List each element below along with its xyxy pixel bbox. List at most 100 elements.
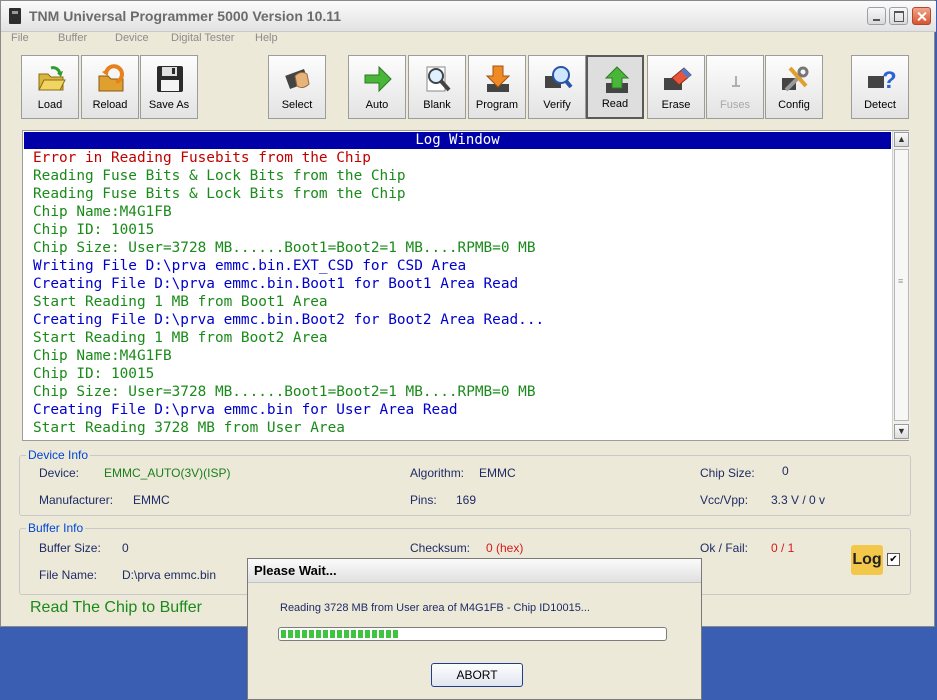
folder-open-icon bbox=[38, 66, 66, 91]
load-button[interactable]: Load bbox=[21, 55, 79, 119]
log-window: Log Window Error in Reading Fusebits fro… bbox=[22, 130, 910, 441]
download-arrow-icon bbox=[485, 65, 511, 92]
fuses-icon bbox=[732, 76, 740, 87]
auto-label: Auto bbox=[365, 99, 389, 111]
verify-magnifier-icon bbox=[545, 66, 573, 89]
app-icon bbox=[9, 8, 21, 24]
erase-button[interactable]: Erase bbox=[647, 55, 705, 119]
ok-fail-label: Ok / Fail: bbox=[700, 541, 749, 555]
config-button[interactable]: Config bbox=[765, 55, 823, 119]
device-label: Device: bbox=[39, 466, 80, 480]
log-line: Creating File D:\prva emmc.bin.Boot1 for… bbox=[33, 276, 519, 292]
floppy-disk-icon bbox=[157, 66, 183, 92]
buffer-size-label: Buffer Size: bbox=[39, 541, 101, 555]
reload-label: Reload bbox=[92, 99, 128, 111]
device-info-legend: Device Info bbox=[28, 448, 89, 462]
log-toggle-icon[interactable]: Log bbox=[851, 545, 883, 575]
dialog-message: Reading 3728 MB from User area of M4G1FB… bbox=[280, 602, 590, 614]
log-line: Reading Fuse Bits & Lock Bits from the C… bbox=[33, 186, 406, 202]
log-line: Reading Fuse Bits & Lock Bits from the C… bbox=[33, 168, 406, 184]
magnifier-icon bbox=[426, 66, 451, 92]
vcc-value: 3.3 V / 0 v bbox=[771, 493, 826, 507]
device-value: EMMC_AUTO(3V)(ISP) bbox=[104, 466, 231, 480]
status-text: Read The Chip to Buffer bbox=[30, 599, 202, 616]
log-line: Creating File D:\prva emmc.bin.Boot2 for… bbox=[33, 312, 545, 328]
please-wait-dialog: Please Wait... Reading 3728 MB from User… bbox=[247, 558, 702, 700]
detect-button[interactable]: ? Detect bbox=[851, 55, 909, 119]
verify-button[interactable]: Verify bbox=[528, 55, 586, 119]
log-line: Creating File D:\prva emmc.bin for User … bbox=[33, 402, 458, 418]
blank-label: Blank bbox=[423, 99, 451, 111]
maximize-button[interactable] bbox=[889, 7, 908, 25]
log-line: Chip Name:M4G1FB bbox=[33, 204, 172, 220]
program-label: Program bbox=[475, 99, 519, 111]
ok-fail-value: 0 / 1 bbox=[771, 541, 795, 555]
auto-button[interactable]: Auto bbox=[348, 55, 406, 119]
erase-label: Erase bbox=[661, 99, 691, 111]
log-line: Writing File D:\prva emmc.bin.EXT_CSD fo… bbox=[33, 258, 467, 274]
file-name-label: File Name: bbox=[39, 568, 98, 582]
read-progress-fill bbox=[281, 630, 400, 638]
close-button[interactable] bbox=[912, 7, 931, 25]
title-bar: TNM Universal Programmer 5000 Version 10… bbox=[1, 1, 936, 32]
chip-size-label: Chip Size: bbox=[700, 466, 755, 480]
tools-icon bbox=[782, 66, 809, 92]
log-window-header: Log Window bbox=[24, 132, 891, 149]
chip-select-icon bbox=[285, 69, 310, 89]
log-line: Start Reading 3728 MB from User Area bbox=[33, 420, 345, 436]
scroll-up-icon[interactable]: ▲ bbox=[894, 132, 909, 147]
menu-digital-tester[interactable]: Digital Tester bbox=[171, 32, 234, 44]
chip-size-value: 0 bbox=[782, 464, 789, 478]
buffer-size-value: 0 bbox=[122, 541, 129, 555]
log-line: Error in Reading Fusebits from the Chip bbox=[33, 150, 371, 166]
log-checkbox[interactable]: ✔ bbox=[887, 553, 900, 566]
select-button[interactable]: Select bbox=[268, 55, 326, 119]
read-progress-bar bbox=[278, 627, 667, 641]
blank-button[interactable]: Blank bbox=[408, 55, 466, 119]
minimize-button[interactable] bbox=[867, 7, 886, 25]
dialog-title: Please Wait... bbox=[248, 559, 701, 583]
log-line: Chip Size: User=3728 MB......Boot1=Boot2… bbox=[33, 240, 536, 256]
read-label: Read bbox=[601, 98, 629, 110]
menu-bar: File Buffer Device Digital Tester Help bbox=[1, 31, 936, 47]
menu-help[interactable]: Help bbox=[255, 32, 278, 44]
save-as-button[interactable]: Save As bbox=[140, 55, 198, 119]
algorithm-label: Algorithm: bbox=[410, 466, 465, 480]
read-button[interactable]: Read bbox=[586, 55, 644, 119]
log-line: Start Reading 1 MB from Boot1 Area bbox=[33, 294, 328, 310]
upload-arrow-icon bbox=[604, 66, 630, 93]
window-title: TNM Universal Programmer 5000 Version 10… bbox=[29, 8, 342, 24]
log-line: Start Reading 1 MB from Boot2 Area bbox=[33, 330, 328, 346]
file-name-value: D:\prva emmc.bin bbox=[122, 568, 217, 582]
config-label: Config bbox=[778, 99, 810, 111]
log-line: Chip ID: 10015 bbox=[33, 366, 155, 382]
menu-device[interactable]: Device bbox=[115, 32, 149, 44]
pins-value: 169 bbox=[456, 493, 477, 507]
algorithm-value: EMMC bbox=[479, 466, 516, 480]
detect-label: Detect bbox=[864, 99, 896, 111]
log-line: Chip Size: User=3728 MB......Boot1=Boot2… bbox=[33, 384, 536, 400]
abort-button[interactable]: ABORT bbox=[431, 663, 523, 687]
reload-icon bbox=[98, 64, 124, 92]
program-button[interactable]: Program bbox=[468, 55, 526, 119]
log-scrollbar[interactable]: ▲ ▼ bbox=[892, 131, 910, 440]
menu-file[interactable]: File bbox=[11, 32, 29, 44]
log-lines: Error in Reading Fusebits from the Chip R… bbox=[33, 149, 883, 437]
log-line: Chip ID: 10015 bbox=[33, 222, 155, 238]
buffer-info-legend: Buffer Info bbox=[28, 521, 84, 535]
menu-buffer[interactable]: Buffer bbox=[58, 32, 87, 44]
verify-label: Verify bbox=[543, 99, 571, 111]
pins-label: Pins: bbox=[410, 493, 437, 507]
eraser-icon bbox=[664, 67, 692, 90]
reload-button[interactable]: Reload bbox=[81, 55, 139, 119]
log-line: Chip Name:M4G1FB bbox=[33, 348, 172, 364]
select-label: Select bbox=[281, 99, 313, 111]
vcc-label: Vcc/Vpp: bbox=[700, 493, 749, 507]
scroll-thumb[interactable] bbox=[894, 149, 909, 421]
chip-question-icon: ? bbox=[868, 67, 896, 94]
fuses-button[interactable]: Fuses bbox=[706, 55, 764, 119]
svg-text:?: ? bbox=[882, 67, 896, 94]
manufacturer-value: EMMC bbox=[133, 493, 170, 507]
checksum-value: 0 (hex) bbox=[486, 541, 524, 555]
scroll-down-icon[interactable]: ▼ bbox=[894, 424, 909, 439]
